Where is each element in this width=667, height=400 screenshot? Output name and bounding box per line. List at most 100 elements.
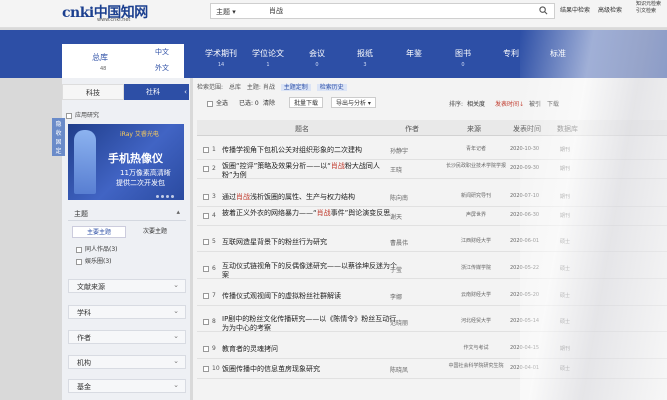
filter-applied-research[interactable]: 应用研究: [66, 110, 99, 119]
link-advanced-search[interactable]: 高级检索: [598, 7, 622, 14]
row-checkbox[interactable]: [203, 319, 209, 325]
collapse-panel-button[interactable]: ‹: [182, 84, 189, 100]
row-title[interactable]: 互动仪式链视角下的反偶像迷研究——以蔡徐坤反迷为个案: [222, 262, 397, 279]
tab-science[interactable]: 科技: [62, 84, 124, 100]
table-row[interactable]: 2 饭圈“控评”策略及效果分析——以“肖战粉大战同人粉”为例 王晓 长沙民政职业技术学…: [197, 160, 667, 179]
topic-custom-button[interactable]: 主题定制: [280, 84, 311, 91]
row-checkbox[interactable]: [203, 194, 209, 200]
row-checkbox[interactable]: [203, 213, 209, 219]
row-checkbox[interactable]: [203, 147, 209, 153]
row-source[interactable]: 作文与考试: [443, 345, 509, 352]
select-all[interactable]: 全选: [207, 98, 228, 107]
row-title[interactable]: 传播仪式观视阈下的虚拟粉丝社群解读: [222, 292, 397, 301]
nav-patents[interactable]: 专利: [503, 48, 519, 62]
link-citation-search[interactable]: 引文检索: [636, 8, 661, 15]
link-knowledge-search[interactable]: 知识元检索: [636, 1, 661, 8]
row-author[interactable]: 孙静宇: [390, 146, 408, 155]
row-source[interactable]: 河北经贸大学: [443, 318, 509, 325]
row-checkbox[interactable]: [203, 366, 209, 372]
advertisement-banner[interactable]: iRay 艾睿光电 手机热像仪 11万像素高清晰 提供二次开发包: [68, 124, 184, 200]
row-checkbox[interactable]: [203, 266, 209, 272]
table-row[interactable]: 4 披着正义外衣的网络暴力——“肖战事件”舆论演变反思 谢天 声屏世界 2020-06-…: [197, 207, 667, 226]
row-author[interactable]: 陈晓凤: [390, 365, 408, 374]
table-row[interactable]: 9 教育者的灵魂拷问 作文与考试 2020-04-15 期刊: [197, 340, 667, 359]
table-row[interactable]: 1 传播学视角下包机公关对组织形象的二次建构 孙静宇 青年记者 2020-10-30 期刊: [197, 141, 667, 160]
table-row[interactable]: 5 互联网造星背景下的粉丝行为研究 曹晨伟 江西财经大学 2020-06-01 硕士: [197, 233, 667, 252]
row-author[interactable]: 陈向南: [390, 193, 408, 202]
tab-minor-topic[interactable]: 次要主题: [128, 226, 182, 238]
row-title[interactable]: 饭圈“控评”策略及效果分析——以“肖战粉大战同人粉”为例: [222, 162, 397, 179]
link-result-search[interactable]: 结果中检索: [560, 7, 590, 14]
sort-cited[interactable]: 被引: [529, 99, 541, 108]
row-source[interactable]: 新闻研究导刊: [443, 193, 509, 200]
lang-foreign[interactable]: 外文: [155, 63, 169, 73]
row-author[interactable]: 曹晨伟: [390, 238, 408, 247]
table-row[interactable]: 7 传播仪式观视阈下的虚拟粉丝社群解读 李娜 云南财经大学 2020-05-20 硕士: [197, 287, 667, 306]
facet-institution[interactable]: 机构 ⌄: [68, 355, 186, 369]
checkbox[interactable]: [207, 100, 213, 107]
row-source[interactable]: 江西财经大学: [443, 238, 509, 245]
row-source[interactable]: 长沙民政职业技术学院学报: [443, 163, 509, 170]
row-title[interactable]: 教育者的灵魂拷问: [222, 345, 397, 354]
batch-download-button[interactable]: 批量下载: [289, 97, 324, 108]
table-row[interactable]: 8 IP剧中的粉丝文化传播研究——以《陈情令》粉丝互动行为为中心的考察 范晓丽 河北经…: [197, 313, 667, 332]
facet-source[interactable]: 文献来源 ⌄: [68, 279, 186, 293]
side-fixed-toggle[interactable]: 隐 收 固 定: [52, 118, 65, 156]
row-checkbox[interactable]: [203, 293, 209, 299]
row-author[interactable]: 于莹: [390, 265, 402, 274]
row-title[interactable]: 通过肖战浅析饭圈的属性、生产与权力结构: [222, 193, 397, 202]
nav-standards[interactable]: 标准: [550, 48, 566, 62]
sort-relevance[interactable]: 相关度: [467, 99, 485, 108]
sort-date[interactable]: 发表时间↓: [495, 99, 524, 108]
table-row[interactable]: 10 饭圈传播中的信息茧房现象研究 陈晓凤 中国社会科学院研究生院 2020-04-01…: [197, 360, 667, 379]
nav-books[interactable]: 图书 0: [455, 48, 471, 68]
export-analyze-button[interactable]: 导出与分析 ▾: [331, 97, 376, 108]
row-title[interactable]: 传播学视角下包机公关对组织形象的二次建构: [222, 146, 397, 155]
search-input[interactable]: [269, 6, 529, 16]
table-row[interactable]: 3 通过肖战浅析饭圈的属性、生产与权力结构 陈向南 新闻研究导刊 2020-07-10 期…: [197, 188, 667, 207]
nav-theses[interactable]: 学位论文 1: [252, 48, 284, 68]
tab-main-topic[interactable]: 主要主题: [72, 226, 126, 238]
row-checkbox[interactable]: [203, 346, 209, 352]
checkbox[interactable]: [76, 258, 82, 265]
row-author[interactable]: 王晓: [390, 165, 402, 174]
facet-fund[interactable]: 基金 ⌄: [68, 379, 186, 393]
nav-newspapers[interactable]: 报纸 3: [357, 48, 373, 68]
search-field-select[interactable]: 主题 ▾: [216, 7, 236, 17]
facet-topic[interactable]: 主题 ▴: [68, 206, 186, 221]
chevron-up-icon[interactable]: ▴: [176, 208, 180, 216]
row-source[interactable]: 声屏世界: [443, 212, 509, 219]
facet-subject[interactable]: 学科 ⌄: [68, 305, 186, 319]
row-source[interactable]: 云南财经大学: [443, 292, 509, 299]
nav-conferences[interactable]: 会议 0: [309, 48, 325, 68]
row-checkbox[interactable]: [203, 166, 209, 172]
row-title[interactable]: 披着正义外衣的网络暴力——“肖战事件”舆论演变反思: [222, 209, 397, 218]
row-author[interactable]: 范晓丽: [390, 318, 408, 327]
search-history-button[interactable]: 检索历史: [316, 84, 347, 91]
checkbox[interactable]: [76, 246, 82, 253]
row-title[interactable]: 饭圈传播中的信息茧房现象研究: [222, 365, 397, 374]
facet-author[interactable]: 作者 ⌄: [68, 330, 186, 344]
lang-chinese[interactable]: 中文: [155, 47, 169, 57]
sort-download[interactable]: 下载: [547, 99, 559, 108]
row-source[interactable]: 中国社会科学院研究生院: [443, 363, 509, 370]
tab-social-science[interactable]: 社科: [124, 84, 182, 100]
row-source[interactable]: 浙江传媒学院: [443, 265, 509, 272]
clear-selection-button[interactable]: 清除: [263, 98, 275, 107]
checkbox[interactable]: [66, 112, 72, 119]
cnki-logo[interactable]: cnki中国知网 www.cnki.net: [62, 2, 148, 23]
ad-carousel-dots[interactable]: [156, 192, 176, 200]
row-title[interactable]: IP剧中的粉丝文化传播研究——以《陈情令》粉丝互动行为为中心的考察: [222, 315, 397, 332]
row-author[interactable]: 谢天: [390, 212, 402, 221]
row-author[interactable]: 李娜: [390, 292, 402, 301]
row-checkbox[interactable]: [203, 239, 209, 245]
nav-yearbooks[interactable]: 年鉴: [406, 48, 422, 62]
row-source[interactable]: 青年记者: [443, 146, 509, 153]
nav-journals[interactable]: 学术期刊 14: [205, 48, 237, 68]
search-icon[interactable]: [539, 6, 548, 15]
col-date[interactable]: 发表时间: [513, 124, 541, 134]
row-title[interactable]: 互联网造星背景下的粉丝行为研究: [222, 238, 397, 247]
topic-item[interactable]: 同人作品(3): [76, 244, 118, 253]
topic-item[interactable]: 娱乐圈(3): [76, 256, 112, 265]
table-row[interactable]: 6 互动仪式链视角下的反偶像迷研究——以蔡徐坤反迷为个案 于莹 浙江传媒学院 2020-…: [197, 260, 667, 279]
